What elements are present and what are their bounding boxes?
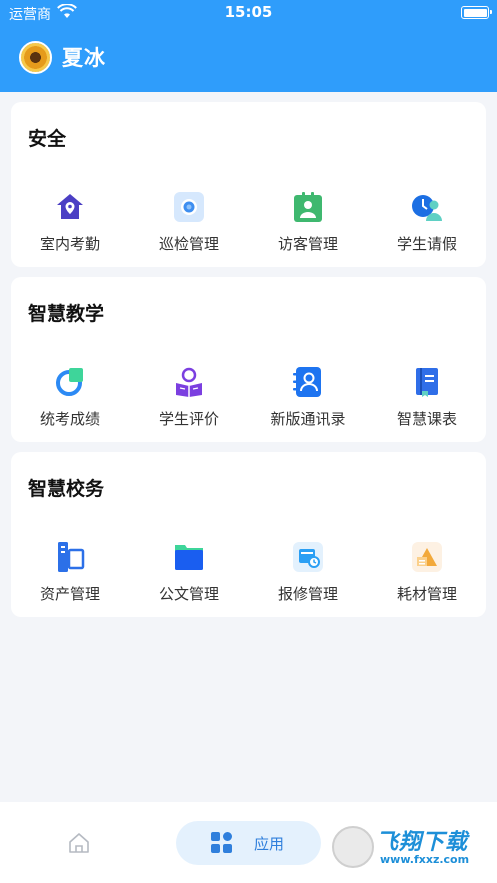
- pie-chart-icon: [56, 368, 83, 396]
- app-smart-schedule[interactable]: 智慧课表: [368, 363, 486, 443]
- watermark: 飞翔下载 www.fxxz.com: [332, 824, 490, 870]
- address-book-icon: [293, 367, 321, 397]
- section-title: 智慧校务: [28, 478, 105, 500]
- folder-icon: [175, 545, 203, 570]
- app-label: 资产管理: [39, 585, 100, 603]
- app-label: 巡检管理: [158, 235, 219, 253]
- section-title: 安全: [28, 128, 67, 150]
- section-smart-affairs: 智慧校务 资产管理 公文管理 报修管理 耗材管理: [11, 452, 486, 617]
- app-inspection[interactable]: 巡检管理: [130, 188, 248, 268]
- schedule-book-icon: [416, 368, 438, 397]
- section-smart-teaching: 智慧教学 统考成绩 学生评价 新版通讯录 智慧课表: [11, 277, 486, 442]
- user-profile[interactable]: 夏冰: [19, 40, 106, 74]
- app-label: 室内考勤: [39, 235, 100, 253]
- section-title: 智慧教学: [28, 303, 105, 325]
- app-indoor-attendance[interactable]: 室内考勤: [11, 188, 129, 268]
- watermark-logo-icon: [332, 826, 374, 868]
- battery-icon: [461, 6, 492, 19]
- supplies-icon: [412, 542, 442, 572]
- app-label: 耗材管理: [396, 585, 457, 603]
- watermark-title: 飞翔下载: [376, 830, 469, 855]
- app-label: 新版通讯录: [270, 410, 346, 428]
- app-label: 智慧课表: [396, 410, 457, 428]
- tab-label: 应用: [254, 835, 285, 853]
- app-supplies-management[interactable]: 耗材管理: [368, 538, 486, 618]
- app-label: 公文管理: [158, 585, 219, 603]
- student-reading-icon: [176, 367, 202, 397]
- status-bar: 运营商 15:05: [0, 0, 497, 26]
- bottom-tab-bar: 应用 飞翔下载 www.fxxz.com: [0, 802, 497, 883]
- watermark-url: www.fxxz.com: [380, 853, 470, 866]
- app-grid: 室内考勤 巡检管理 访客管理 学生请假: [11, 188, 486, 268]
- avatar[interactable]: [19, 40, 52, 74]
- app-document-management[interactable]: 公文管理: [130, 538, 248, 618]
- app-label: 学生评价: [158, 410, 219, 428]
- app-header: 运营商 15:05 夏冰: [0, 0, 497, 92]
- repair-icon: [293, 542, 323, 572]
- app-grid: 资产管理 公文管理 报修管理 耗材管理: [11, 538, 486, 618]
- app-exam-scores[interactable]: 统考成绩: [11, 363, 129, 443]
- app-label: 访客管理: [277, 235, 338, 253]
- home-icon[interactable]: [68, 832, 90, 854]
- app-asset-management[interactable]: 资产管理: [11, 538, 129, 618]
- section-safety: 安全 室内考勤 巡检管理 访客管理 学生请假: [11, 102, 486, 267]
- visitor-badge-icon: [294, 192, 322, 222]
- app-address-book[interactable]: 新版通讯录: [249, 363, 367, 443]
- camera-inspection-icon: [174, 192, 204, 222]
- app-student-leave[interactable]: 学生请假: [368, 188, 486, 268]
- asset-device-icon: [58, 542, 85, 572]
- app-label: 统考成绩: [39, 410, 100, 428]
- app-label: 学生请假: [396, 235, 457, 253]
- app-label: 报修管理: [277, 585, 338, 603]
- clock: 15:05: [224, 3, 273, 21]
- tab-apps[interactable]: 应用: [176, 821, 321, 865]
- app-visitor[interactable]: 访客管理: [249, 188, 367, 268]
- app-student-evaluation[interactable]: 学生评价: [130, 363, 248, 443]
- apps-grid-icon: [211, 832, 232, 853]
- student-leave-icon: [412, 195, 442, 221]
- username: 夏冰: [62, 46, 106, 70]
- house-location-icon: [57, 194, 83, 219]
- app-grid: 统考成绩 学生评价 新版通讯录 智慧课表: [11, 363, 486, 443]
- app-repair-management[interactable]: 报修管理: [249, 538, 367, 618]
